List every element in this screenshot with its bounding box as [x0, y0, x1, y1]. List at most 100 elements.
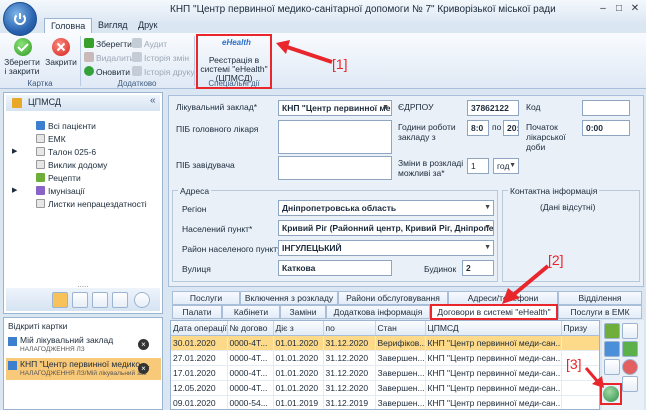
tab-departments[interactable]: Відділення	[558, 291, 642, 305]
shift-unit-select[interactable]: год ▼	[493, 158, 519, 174]
column-header[interactable]: Дата операції	[171, 321, 228, 336]
callout-arrow-1	[276, 40, 333, 64]
nav-item-talon[interactable]: Талон 025-6	[36, 147, 96, 157]
code-field[interactable]	[582, 100, 630, 116]
column-header[interactable]: Призу	[561, 321, 599, 336]
tools-icon[interactable]	[622, 323, 638, 339]
delete-button[interactable]: Видалити	[84, 51, 134, 65]
export-icon[interactable]	[622, 341, 638, 357]
nav-mode-icon[interactable]	[72, 292, 88, 308]
nav-item-emk[interactable]: ЕМК	[36, 134, 66, 144]
hours-from-field[interactable]: 8:0	[467, 120, 489, 136]
chief-doctor-field[interactable]	[278, 120, 392, 154]
gear-icon[interactable]	[134, 292, 150, 308]
tab-replacements[interactable]: Заміни	[280, 305, 326, 319]
column-header[interactable]: № догово	[227, 321, 274, 336]
close-card-button[interactable]: Закрити	[44, 58, 78, 67]
column-header[interactable]: Діє з	[273, 321, 324, 336]
maximize-icon[interactable]: □	[612, 2, 626, 16]
chevron-down-icon: ▼	[484, 204, 491, 211]
audit-button[interactable]: Аудит	[132, 37, 167, 51]
tab-wards[interactable]: Палати	[172, 305, 222, 319]
close-card-icon[interactable]	[52, 38, 70, 56]
address-group-title: Адреса	[178, 186, 212, 196]
app-menu-button[interactable]	[3, 2, 37, 36]
nav-item-immunization[interactable]: Імунізації	[36, 186, 85, 196]
tab-home[interactable]: Головна	[44, 18, 93, 34]
building-field[interactable]: 2	[462, 260, 494, 276]
expand-icon[interactable]: ▶	[12, 147, 17, 155]
column-header[interactable]: по	[323, 321, 376, 336]
save-close-icon[interactable]	[14, 38, 32, 56]
callout-label-2: [2]	[548, 252, 564, 268]
edrpou-label: ЄДРПОУ	[398, 102, 434, 112]
table-row[interactable]: 09.01.2020 0000-54... 01.01.2019 31.12.2019…	[171, 395, 599, 409]
region-select[interactable]: Дніпропетровська область ▼	[278, 200, 494, 216]
delete-row-icon[interactable]	[622, 359, 638, 375]
table-row[interactable]: 12.05.2020 0000-4Т... 01.01.2020 31.12.2020…	[171, 380, 599, 396]
open-card-item-active[interactable]: КНП "Центр первинної медико-... НАЛАГОДЖ…	[6, 358, 161, 380]
collapse-icon[interactable]: «	[150, 95, 156, 106]
history-changes-button[interactable]: Історія змін	[132, 51, 189, 65]
tab-schedule-exclusions[interactable]: Включення з розкладу	[240, 291, 338, 305]
nav-item-home-visit[interactable]: Виклик додому	[36, 160, 107, 170]
minimize-icon[interactable]: –	[596, 2, 610, 16]
nav-item-sick-leave[interactable]: Листки непрацездатності	[36, 199, 147, 209]
refresh-grid-icon[interactable]	[604, 359, 620, 375]
city-select[interactable]: Кривий Ріг (Районний центр, Кривий Ріг, …	[278, 220, 494, 236]
refresh-button[interactable]: Оновити	[84, 65, 130, 79]
table-row[interactable]: 27.01.2020 0000-4Т... 01.01.2020 31.12.2020…	[171, 350, 599, 366]
shift-field[interactable]: 1	[467, 158, 489, 174]
chevron-down-icon: ▼	[509, 162, 516, 169]
hours-to-field[interactable]: 20:	[503, 120, 519, 136]
code-label: Код	[526, 102, 541, 112]
add-icon[interactable]	[604, 323, 620, 339]
tab-view[interactable]: Вигляд	[92, 18, 134, 34]
callout-arrow-3	[584, 367, 604, 388]
column-header[interactable]: ЦПМСД	[425, 321, 562, 336]
day-start-field[interactable]: 0:00	[582, 120, 630, 136]
syringe-icon	[36, 186, 45, 195]
edrpou-field[interactable]: 37862122	[467, 100, 519, 116]
save-button[interactable]: Зберегти	[84, 37, 132, 51]
history-print-button[interactable]: Історія друку	[132, 65, 195, 79]
close-icon[interactable]: ✕	[628, 2, 642, 16]
table-row[interactable]: 30.01.2020 0000-4Т... 01.01.2020 31.12.2020…	[171, 335, 599, 351]
tab-print[interactable]: Друк	[132, 18, 163, 34]
facility-select[interactable]: КНП "Центр первинної ме, ▼	[278, 100, 392, 116]
open-card-item[interactable]: Мій лікувальний заклад НАЛАГОДЖЕННЯ ЛЗ ×	[6, 334, 161, 356]
save-close-button[interactable]: Зберегти і закрити	[2, 58, 42, 76]
folder-icon	[12, 98, 22, 108]
view-list-icon[interactable]	[52, 292, 68, 308]
nav-item-prescriptions[interactable]: Рецепти	[36, 173, 81, 183]
district-select[interactable]: ІНГУЛЕЦЬКИЙ ▼	[278, 240, 494, 256]
street-label: Вулиця	[182, 264, 211, 274]
contracts-grid: Дата операції № догово Діє з по Стан ЦПМ…	[170, 320, 600, 410]
tab-additional-info[interactable]: Додаткова інформація	[326, 305, 430, 319]
tab-service-areas[interactable]: Райони обслуговування	[338, 291, 448, 305]
extra-group-label: Додатково	[117, 79, 157, 88]
chevron-down-icon: ▼	[484, 224, 491, 231]
delete-icon	[84, 52, 94, 62]
power-icon	[14, 13, 26, 25]
tab-offices[interactable]: Кабінети	[222, 305, 280, 319]
close-card-icon[interactable]: ×	[138, 363, 149, 374]
nav-item-all-patients[interactable]: Всі пацієнти	[36, 121, 96, 131]
expand-icon[interactable]: ▶	[12, 186, 17, 194]
column-header[interactable]: Стан	[375, 321, 426, 336]
reports-icon[interactable]	[112, 292, 128, 308]
hours-to-label: по	[492, 122, 502, 132]
edit-icon[interactable]	[604, 341, 620, 357]
chief-doctor-label: ПІБ головного лікаря	[176, 124, 259, 134]
table-row[interactable]: 17.01.2020 0000-4Т... 01.01.2020 31.12.2020…	[171, 365, 599, 381]
tab-emk-services[interactable]: Послуги в ЕМК	[558, 305, 642, 319]
contact-group-title: Контактна інформація	[508, 186, 600, 196]
manager-field[interactable]	[278, 156, 392, 180]
street-field[interactable]: Каткова	[278, 260, 392, 276]
manager-label: ПІБ завідувача	[176, 160, 235, 170]
settings-icon[interactable]	[622, 376, 638, 392]
close-card-icon[interactable]: ×	[138, 339, 149, 350]
card-group-label: Картка	[27, 79, 53, 88]
tab-services[interactable]: Послуги	[172, 291, 240, 305]
modules-icon[interactable]	[92, 292, 108, 308]
